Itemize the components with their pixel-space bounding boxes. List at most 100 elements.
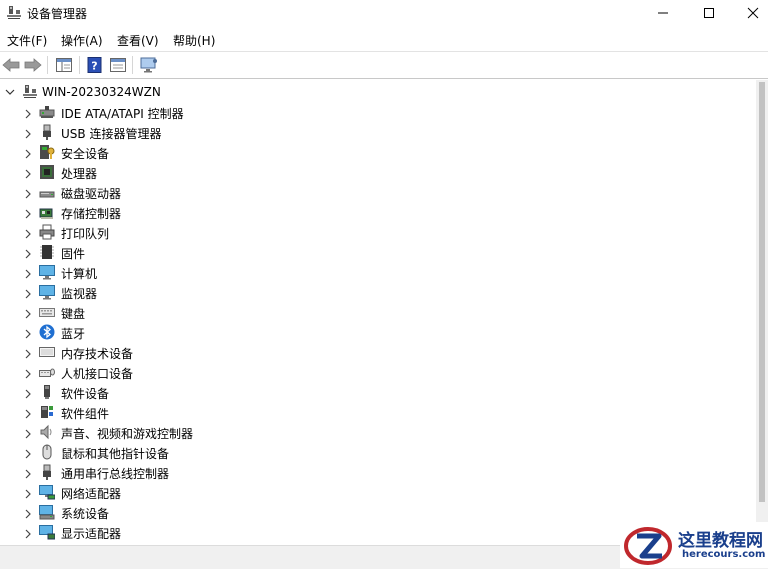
chevron-right-icon[interactable] — [24, 448, 32, 462]
tree-item-label: 内存技术设备 — [61, 347, 134, 361]
chevron-right-icon[interactable] — [24, 168, 32, 182]
disk-drive-icon — [39, 184, 55, 200]
tree-item-label: 计算机 — [61, 267, 98, 281]
chevron-right-icon[interactable] — [24, 328, 32, 342]
tree-item-security-device[interactable]: 安全设备 — [0, 142, 756, 162]
tree-item-label: 监视器 — [61, 287, 98, 301]
chevron-down-icon[interactable] — [5, 86, 15, 100]
properties-button[interactable] — [108, 55, 128, 75]
tree-root-computer[interactable]: WIN-20230324WZN — [0, 83, 756, 101]
tree-item-usb-controller[interactable]: 通用串行总线控制器 — [0, 462, 756, 482]
chevron-right-icon[interactable] — [24, 428, 32, 442]
firmware-icon — [39, 244, 55, 260]
tree-item-printer[interactable]: 打印队列 — [0, 222, 756, 242]
tree-item-software-component[interactable]: 软件组件 — [0, 402, 756, 422]
tree-item-processor[interactable]: 处理器 — [0, 162, 756, 182]
chevron-right-icon[interactable] — [24, 528, 32, 542]
security-device-icon — [39, 144, 55, 160]
tree-item-label: 打印队列 — [61, 227, 110, 241]
tree-item-firmware[interactable]: 固件 — [0, 242, 756, 262]
tree-item-label: 固件 — [61, 247, 86, 261]
chevron-right-icon[interactable] — [24, 408, 32, 422]
tree-item-software-device[interactable]: 软件设备 — [0, 382, 756, 402]
chevron-right-icon[interactable] — [24, 348, 32, 362]
tree-item-label: 网络适配器 — [61, 487, 122, 501]
system-device-icon — [39, 504, 55, 520]
chevron-right-icon[interactable] — [24, 248, 32, 262]
tree-item-disk-drive[interactable]: 磁盘驱动器 — [0, 182, 756, 202]
close-button[interactable] — [730, 0, 768, 26]
scrollbar-thumb[interactable] — [759, 82, 765, 502]
maximize-button[interactable] — [686, 0, 732, 26]
vertical-scrollbar[interactable] — [756, 80, 768, 544]
tree-item-label: 存储控制器 — [61, 207, 122, 221]
network-adapter-icon — [39, 484, 56, 500]
tree-item-hid[interactable]: 人机接口设备 — [0, 362, 756, 382]
watermark-title: 这里教程网 — [678, 531, 763, 551]
tree-item-storage-controller[interactable]: 存储控制器 — [0, 202, 756, 222]
menu-action[interactable]: 操作(A) — [61, 32, 103, 49]
tree-item-label: 显示适配器 — [61, 527, 122, 541]
tree-item-system-device[interactable]: 系统设备 — [0, 502, 756, 522]
forward-button[interactable] — [23, 55, 43, 75]
help-button[interactable]: ? — [85, 55, 105, 75]
back-button[interactable] — [1, 55, 21, 75]
tree-item-monitor[interactable]: 监视器 — [0, 282, 756, 302]
chevron-right-icon[interactable] — [24, 108, 32, 122]
tree-item-label: 蓝牙 — [61, 327, 86, 341]
chevron-right-icon[interactable] — [24, 188, 32, 202]
site-watermark: 这里教程网 herecours.com — [620, 522, 768, 568]
tree-item-usb-connector[interactable]: USB 连接器管理器 — [0, 122, 756, 142]
tree-item-label: 鼠标和其他指针设备 — [61, 447, 170, 461]
properties-icon — [110, 58, 126, 72]
scan-monitor-icon — [140, 57, 157, 73]
tree-root-label: WIN-20230324WZN — [42, 85, 161, 99]
tree-item-label: 系统设备 — [61, 507, 110, 521]
chevron-right-icon[interactable] — [24, 388, 32, 402]
chevron-right-icon[interactable] — [24, 148, 32, 162]
menu-help[interactable]: 帮助(H) — [173, 32, 215, 49]
tree-item-label: 通用串行总线控制器 — [61, 467, 170, 481]
keyboard-icon — [39, 304, 55, 320]
show-hide-console-tree-button[interactable] — [54, 55, 74, 75]
tree-item-label: 安全设备 — [61, 147, 110, 161]
chevron-right-icon[interactable] — [24, 228, 32, 242]
hid-icon — [39, 364, 55, 380]
menu-file[interactable]: 文件(F) — [7, 32, 47, 49]
forward-arrow-icon — [24, 58, 42, 72]
svg-text:?: ? — [91, 60, 97, 73]
tree-item-bluetooth[interactable]: 蓝牙 — [0, 322, 756, 342]
menu-view[interactable]: 查看(V) — [117, 32, 159, 49]
chevron-right-icon[interactable] — [24, 128, 32, 142]
chevron-right-icon[interactable] — [24, 308, 32, 322]
tree-item-ide-controller[interactable]: IDE ATA/ATAPI 控制器 — [0, 102, 756, 122]
watermark-logo-icon — [624, 527, 672, 565]
chevron-right-icon[interactable] — [24, 288, 32, 302]
tree-item-keyboard[interactable]: 键盘 — [0, 302, 756, 322]
tree-item-sound[interactable]: 声音、视频和游戏控制器 — [0, 422, 756, 442]
tree-item-memory-device[interactable]: 内存技术设备 — [0, 342, 756, 362]
menu-bar: 文件(F) 操作(A) 查看(V) 帮助(H) — [0, 28, 768, 50]
monitor-icon — [39, 284, 55, 300]
chevron-right-icon[interactable] — [24, 508, 32, 522]
memory-device-icon — [39, 344, 55, 360]
tree-item-network-adapter[interactable]: 网络适配器 — [0, 482, 756, 502]
printer-icon — [39, 224, 55, 240]
toolbar-divider — [0, 78, 768, 79]
tree-item-computer[interactable]: 计算机 — [0, 262, 756, 282]
minimize-button[interactable] — [640, 0, 686, 26]
tree-item-mouse[interactable]: 鼠标和其他指针设备 — [0, 442, 756, 462]
tree-item-label: 软件组件 — [61, 407, 110, 421]
tree-item-label: 声音、视频和游戏控制器 — [61, 427, 194, 441]
chevron-right-icon[interactable] — [24, 208, 32, 222]
device-manager-icon — [6, 5, 22, 21]
chevron-right-icon[interactable] — [24, 268, 32, 282]
software-component-icon — [39, 404, 55, 420]
chevron-right-icon[interactable] — [24, 488, 32, 502]
toolbar-separator — [132, 56, 133, 74]
display-adapter-icon — [39, 524, 56, 540]
chevron-right-icon[interactable] — [24, 368, 32, 382]
scan-hardware-button[interactable] — [139, 55, 159, 75]
usb-connector-icon — [39, 124, 55, 140]
chevron-right-icon[interactable] — [24, 468, 32, 482]
